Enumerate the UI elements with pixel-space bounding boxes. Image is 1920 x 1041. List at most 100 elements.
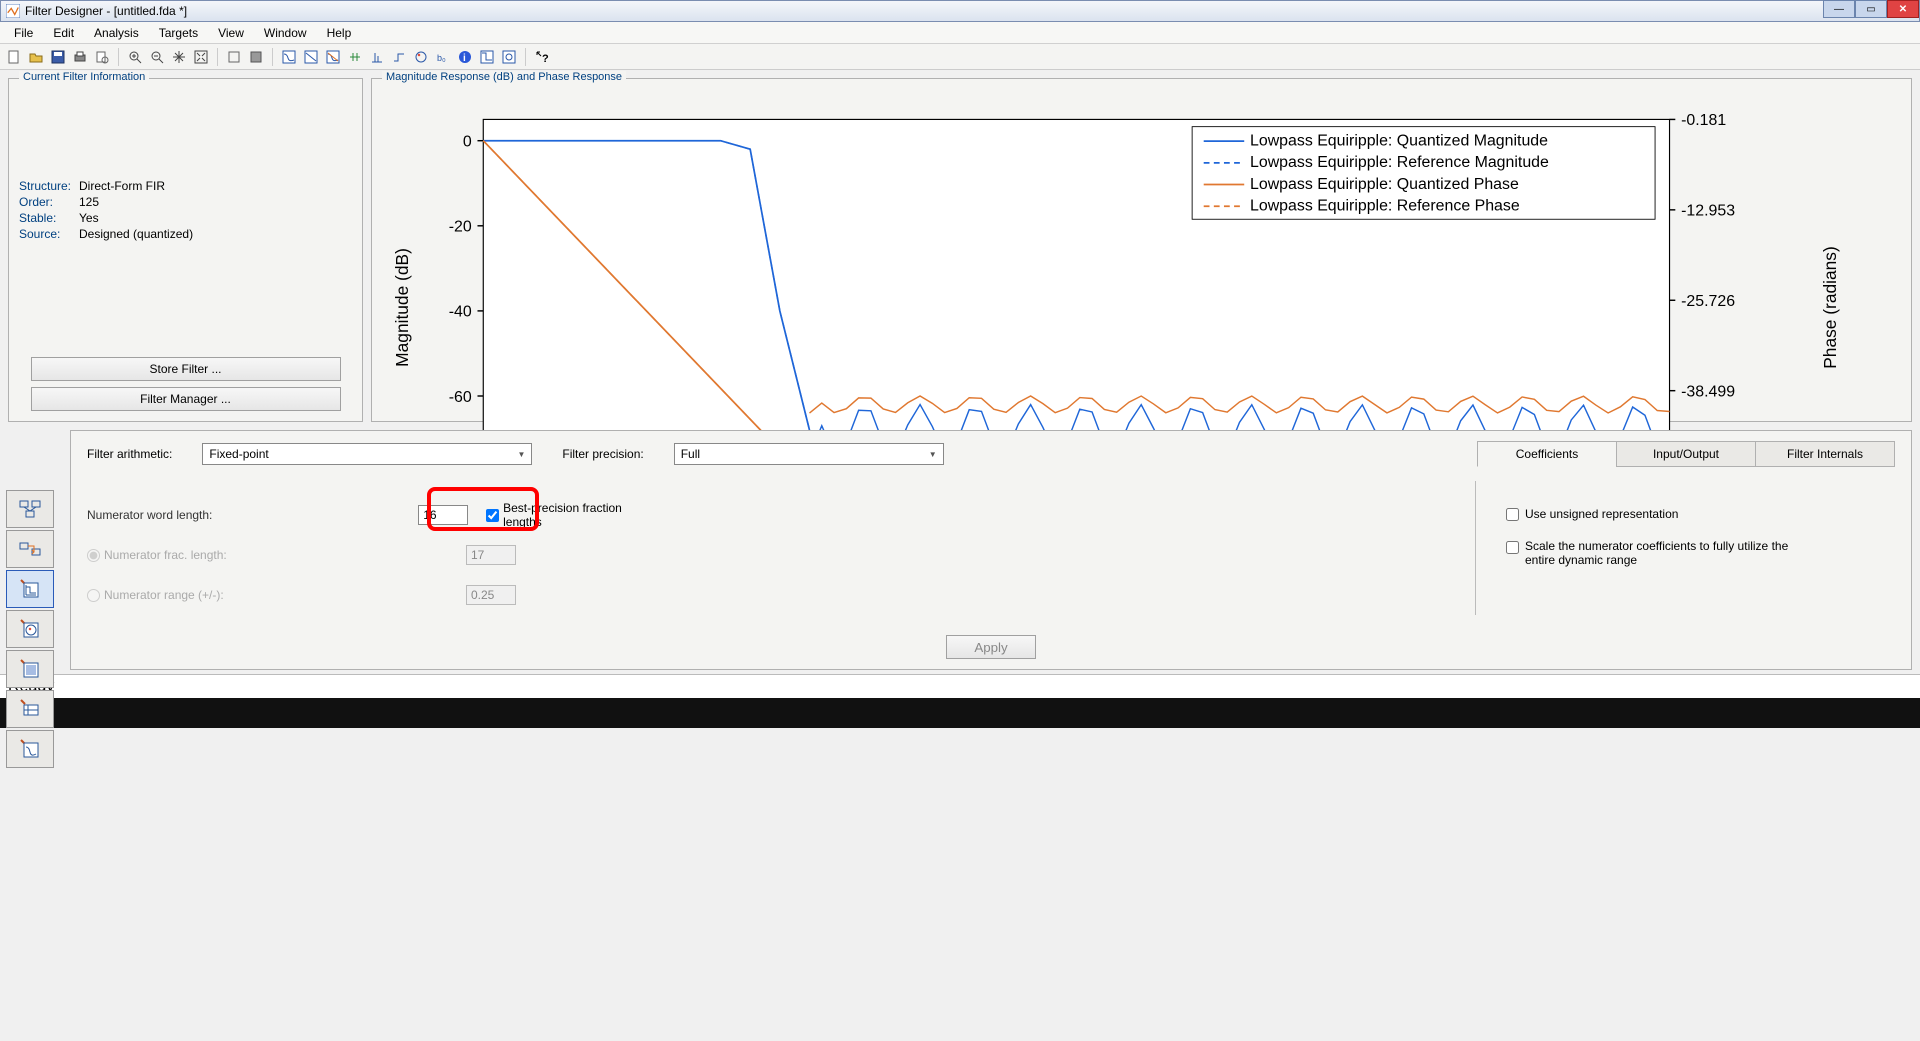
side-btn-1[interactable] bbox=[6, 490, 54, 528]
zoom-out-icon[interactable] bbox=[147, 47, 167, 67]
tab-input-output[interactable]: Input/Output bbox=[1616, 441, 1756, 467]
print-preview-icon[interactable] bbox=[92, 47, 112, 67]
svg-text:-20: -20 bbox=[449, 219, 472, 236]
side-btn-6[interactable] bbox=[6, 690, 54, 728]
menu-file[interactable]: File bbox=[6, 24, 41, 42]
zoom-fit-icon[interactable] bbox=[191, 47, 211, 67]
store-filter-button[interactable]: Store Filter ... bbox=[31, 357, 341, 381]
analysis-phase-icon[interactable] bbox=[301, 47, 321, 67]
num-range-label: Numerator range (+/-): bbox=[104, 588, 254, 602]
analysis-spec-icon[interactable] bbox=[477, 47, 497, 67]
chart-panel: Magnitude Response (dB) and Phase Respon… bbox=[371, 78, 1912, 422]
svg-text:Lowpass Equiripple: Reference: Lowpass Equiripple: Reference Magnitude bbox=[1250, 154, 1549, 171]
prec-dropdown[interactable]: Full bbox=[674, 443, 944, 465]
menu-window[interactable]: Window bbox=[256, 24, 315, 42]
analysis-group-icon[interactable] bbox=[345, 47, 365, 67]
os-taskbar bbox=[0, 698, 1920, 728]
num-frac-label: Numerator frac. length: bbox=[104, 548, 254, 562]
analysis-magphase-icon[interactable] bbox=[323, 47, 343, 67]
svg-text:0: 0 bbox=[463, 133, 472, 150]
unsigned-label: Use unsigned representation bbox=[1525, 507, 1678, 521]
structure-value: Direct-Form FIR bbox=[79, 179, 165, 193]
svg-text:Lowpass Equiripple: Reference: Lowpass Equiripple: Reference Phase bbox=[1250, 198, 1520, 215]
num-word-label: Numerator word length: bbox=[87, 508, 221, 522]
source-label: Source: bbox=[19, 227, 79, 241]
side-btn-5[interactable] bbox=[6, 650, 54, 688]
filter-info-legend: Current Filter Information bbox=[19, 71, 149, 83]
svg-text:b₀: b₀ bbox=[437, 53, 446, 63]
num-word-input[interactable] bbox=[418, 505, 468, 525]
view-sidebar bbox=[6, 490, 56, 770]
source-value: Designed (quantized) bbox=[79, 227, 193, 241]
svg-text:-40: -40 bbox=[449, 304, 472, 321]
apply-button[interactable]: Apply bbox=[946, 635, 1036, 659]
filter-manager-button[interactable]: Filter Manager ... bbox=[31, 387, 341, 411]
order-label: Order: bbox=[19, 195, 79, 209]
analysis-step-icon[interactable] bbox=[389, 47, 409, 67]
stable-label: Stable: bbox=[19, 211, 79, 225]
side-btn-4[interactable] bbox=[6, 610, 54, 648]
side-btn-2[interactable] bbox=[6, 530, 54, 568]
menu-analysis[interactable]: Analysis bbox=[86, 24, 147, 42]
title-bar: Filter Designer - [untitled.fda *] — ▭ ✕ bbox=[0, 0, 1920, 22]
minimize-button[interactable]: — bbox=[1823, 0, 1855, 18]
structure-label: Structure: bbox=[19, 179, 79, 193]
menu-targets[interactable]: Targets bbox=[151, 24, 206, 42]
menu-bar: File Edit Analysis Targets View Window H… bbox=[0, 22, 1920, 44]
redo-icon[interactable] bbox=[246, 47, 266, 67]
svg-text:-12.953: -12.953 bbox=[1681, 203, 1735, 220]
status-bar: Ready bbox=[0, 674, 1920, 698]
help-context-icon[interactable]: ? bbox=[532, 47, 552, 67]
best-precision-checkbox[interactable] bbox=[486, 509, 499, 522]
svg-text:Lowpass Equiripple: Quantized: Lowpass Equiripple: Quantized Magnitude bbox=[1250, 132, 1548, 149]
analysis-mag-icon[interactable] bbox=[279, 47, 299, 67]
filter-info-panel: Current Filter Information Structure:Dir… bbox=[8, 78, 363, 422]
side-btn-3-active[interactable] bbox=[6, 570, 54, 608]
pan-icon[interactable] bbox=[169, 47, 189, 67]
svg-text:-0.181: -0.181 bbox=[1681, 112, 1726, 129]
close-button[interactable]: ✕ bbox=[1887, 0, 1919, 18]
stable-value: Yes bbox=[79, 211, 99, 225]
prec-label: Filter precision: bbox=[562, 447, 643, 461]
analysis-spec2-icon[interactable] bbox=[499, 47, 519, 67]
num-frac-radio bbox=[87, 549, 100, 562]
num-range-radio bbox=[87, 589, 100, 602]
toolbar: b₀ i ? bbox=[0, 44, 1920, 70]
svg-text:-38.499: -38.499 bbox=[1681, 383, 1735, 400]
side-btn-7[interactable] bbox=[6, 730, 54, 768]
maximize-button[interactable]: ▭ bbox=[1855, 0, 1887, 18]
new-icon[interactable] bbox=[4, 47, 24, 67]
separator bbox=[525, 48, 526, 66]
arith-label: Filter arithmetic: bbox=[87, 447, 172, 461]
num-range-input bbox=[466, 585, 516, 605]
svg-text:i: i bbox=[463, 53, 466, 64]
save-icon[interactable] bbox=[48, 47, 68, 67]
analysis-info-icon[interactable]: i bbox=[455, 47, 475, 67]
num-frac-input bbox=[466, 545, 516, 565]
window-title: Filter Designer - [untitled.fda *] bbox=[25, 4, 187, 18]
tab-filter-internals[interactable]: Filter Internals bbox=[1755, 441, 1895, 467]
analysis-pz-icon[interactable] bbox=[411, 47, 431, 67]
open-icon[interactable] bbox=[26, 47, 46, 67]
menu-edit[interactable]: Edit bbox=[45, 24, 82, 42]
analysis-coef-icon[interactable]: b₀ bbox=[433, 47, 453, 67]
scale-checkbox[interactable] bbox=[1506, 541, 1519, 554]
app-icon bbox=[5, 3, 21, 19]
order-value: 125 bbox=[79, 195, 99, 209]
tab-coefficients[interactable]: Coefficients bbox=[1477, 441, 1617, 467]
menu-help[interactable]: Help bbox=[319, 24, 360, 42]
unsigned-checkbox[interactable] bbox=[1506, 508, 1519, 521]
menu-view[interactable]: View bbox=[210, 24, 252, 42]
separator bbox=[272, 48, 273, 66]
svg-text:Lowpass Equiripple: Quantized: Lowpass Equiripple: Quantized Phase bbox=[1250, 176, 1519, 193]
undo-icon[interactable] bbox=[224, 47, 244, 67]
zoom-in-icon[interactable] bbox=[125, 47, 145, 67]
print-icon[interactable] bbox=[70, 47, 90, 67]
svg-text:-60: -60 bbox=[449, 389, 472, 406]
analysis-impulse-icon[interactable] bbox=[367, 47, 387, 67]
separator bbox=[217, 48, 218, 66]
ylabel-right: Phase (radians) bbox=[1820, 246, 1840, 369]
best-precision-label: Best-precision fraction lengths bbox=[503, 501, 647, 529]
arith-dropdown[interactable]: Fixed-point bbox=[202, 443, 532, 465]
svg-text:?: ? bbox=[542, 53, 549, 64]
